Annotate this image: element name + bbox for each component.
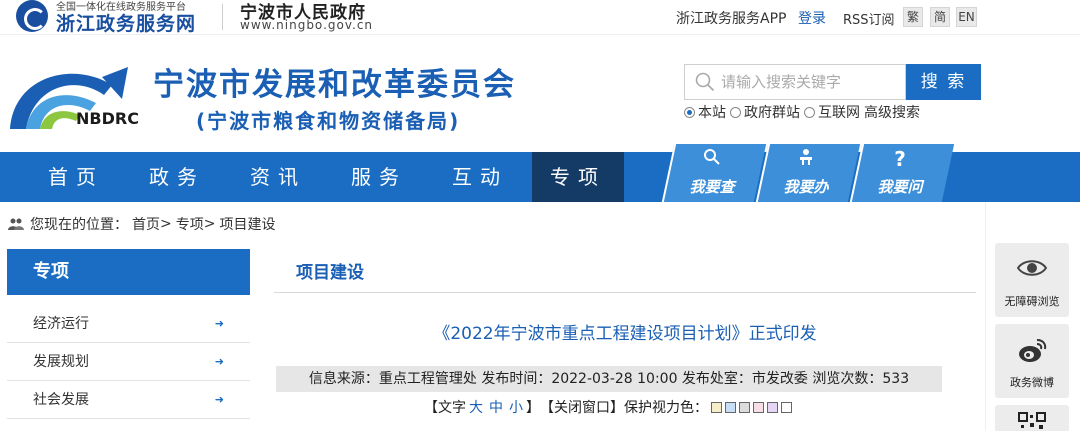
quick-link-apply-label: 我要办 [783, 178, 829, 196]
login-link[interactable]: 登录 [798, 8, 826, 28]
text-size-medium-button[interactable]: 中 [489, 397, 503, 417]
quick-link-search-label: 我要查 [689, 178, 735, 196]
close-window-button[interactable]: 【关闭窗口】 [540, 397, 624, 417]
scope-label-internet[interactable]: 互联网 [818, 102, 860, 122]
sidebar-item-economy[interactable]: 经济运行 ➜ [7, 305, 250, 343]
search-icon [695, 72, 715, 92]
breadcrumb-home[interactable]: 首页 [132, 214, 160, 234]
sidebar-item-label: 社会发展 [33, 392, 89, 408]
quick-link-ask[interactable]: ? 我要问 [854, 144, 946, 202]
question-mark-icon: ? [894, 147, 906, 171]
weibo-label: 政务微博 [1010, 376, 1054, 389]
accessibility-label: 无障碍浏览 [1004, 295, 1060, 308]
qr-code-button[interactable] [995, 405, 1069, 431]
divider [222, 4, 223, 30]
site-header: NBDRC 宁波市发展和改革委员会 (宁波市粮食和物资储备局) 搜 索 本站 政… [0, 34, 1080, 152]
article-title: 《2022年宁波市重点工程建设项目计划》正式印发 [433, 324, 817, 344]
breadcrumb-separator: > [203, 216, 216, 232]
breadcrumb-special[interactable]: 专项 [176, 214, 204, 234]
text-size-small-button[interactable]: 小 [509, 397, 523, 417]
advanced-search-link[interactable]: 高级搜索 [864, 102, 920, 122]
scope-radio-gov-sites[interactable] [730, 106, 741, 118]
text-size-label: 【文字 [424, 400, 466, 416]
nav-item-special[interactable]: 专项 [532, 152, 624, 202]
scope-radio-internet[interactable] [804, 106, 815, 118]
section-title: 项目建设 [296, 263, 364, 283]
site-subtitle: (宁波市粮食和物资储备局) [196, 109, 461, 133]
nav-item-government[interactable]: 政务 [131, 152, 223, 202]
search-box [684, 64, 906, 100]
scope-radio-site[interactable] [684, 106, 695, 118]
text-size-end: 】 [526, 400, 540, 416]
search-button[interactable]: 搜 索 [906, 64, 981, 100]
eye-care-swatch-purple[interactable] [767, 401, 778, 413]
logo-text: NBDRC [76, 109, 139, 128]
people-icon [8, 218, 24, 230]
scope-label-site[interactable]: 本站 [698, 102, 726, 122]
section-divider [274, 292, 976, 293]
qr-code-icon [1018, 412, 1046, 429]
top-bar: 全国一体化在线政务服务平台 浙江政务服务网 宁波市人民政府 www.ningbo… [0, 0, 1080, 36]
sidebar-heading: 专项 [7, 249, 250, 295]
rss-link[interactable]: RSS订阅 [843, 9, 895, 28]
chevron-right-icon: ➜ [214, 317, 224, 330]
sidebar-item-planning[interactable]: 发展规划 ➜ [7, 343, 250, 381]
traditional-chinese-button[interactable]: 繁 [903, 7, 923, 27]
breadcrumb-current[interactable]: 项目建设 [219, 214, 275, 234]
eye-care-swatch-white[interactable] [781, 401, 792, 413]
chevron-right-icon: ➜ [214, 355, 224, 368]
app-link[interactable]: 浙江政务服务APP [676, 8, 786, 28]
nav-item-services[interactable]: 服务 [333, 152, 425, 202]
zhejiang-gov-logo-icon[interactable] [16, 0, 48, 32]
breadcrumb: 您现在的位置： 首页 > 专项 > 项目建设 [8, 214, 275, 234]
nav-item-home[interactable]: 首页 [30, 152, 122, 202]
magnifier-icon [666, 148, 758, 170]
english-button[interactable]: EN [956, 7, 977, 27]
ningbo-gov-url: www.ningbo.gov.cn [240, 18, 374, 32]
article-meta: 信息来源：重点工程管理处 发布时间：2022-03-28 10:00 发布处室：… [276, 366, 942, 392]
person-desk-icon [760, 148, 852, 170]
quick-link-search[interactable]: 我要查 [666, 144, 758, 202]
accessibility-button[interactable]: 无障碍浏览 [995, 243, 1069, 317]
site-title[interactable]: 宁波市发展和改革委员会 [153, 59, 516, 104]
eye-care-swatch-yellow[interactable] [711, 401, 722, 413]
search-input[interactable] [721, 71, 901, 93]
zj-platform-name[interactable]: 浙江政务服务网 [56, 9, 196, 36]
nav-item-news[interactable]: 资讯 [232, 152, 324, 202]
eye-care-swatch-pink[interactable] [753, 401, 764, 413]
eye-care-label: 保护视力色： [624, 400, 708, 416]
quick-link-apply[interactable]: 我要办 [760, 144, 852, 202]
scope-label-gov-sites[interactable]: 政府群站 [744, 102, 800, 122]
sidebar-item-label: 发展规划 [33, 354, 89, 370]
text-size-large-button[interactable]: 大 [469, 397, 483, 417]
weibo-button[interactable]: 政务微博 [995, 324, 1069, 398]
eye-icon [1017, 260, 1047, 276]
eye-care-swatch-blue[interactable] [725, 401, 736, 413]
quick-link-ask-label: 我要问 [877, 178, 923, 196]
nav-item-interaction[interactable]: 互动 [434, 152, 526, 202]
simplified-chinese-button[interactable]: 简 [930, 7, 950, 27]
weibo-icon [1019, 339, 1047, 362]
chevron-right-icon: ➜ [214, 393, 224, 406]
breadcrumb-prefix: 您现在的位置： [30, 217, 128, 233]
sidebar-item-label: 经济运行 [33, 316, 89, 332]
article-tools: 【文字 大 中 小 】 【关闭窗口】 保护视力色： [424, 397, 792, 417]
search-scope: 本站 政府群站 互联网 高级搜索 [684, 102, 924, 122]
sidebar-item-social[interactable]: 社会发展 ➜ [7, 381, 250, 419]
breadcrumb-separator: > [160, 216, 172, 232]
eye-care-swatch-gray[interactable] [739, 401, 750, 413]
